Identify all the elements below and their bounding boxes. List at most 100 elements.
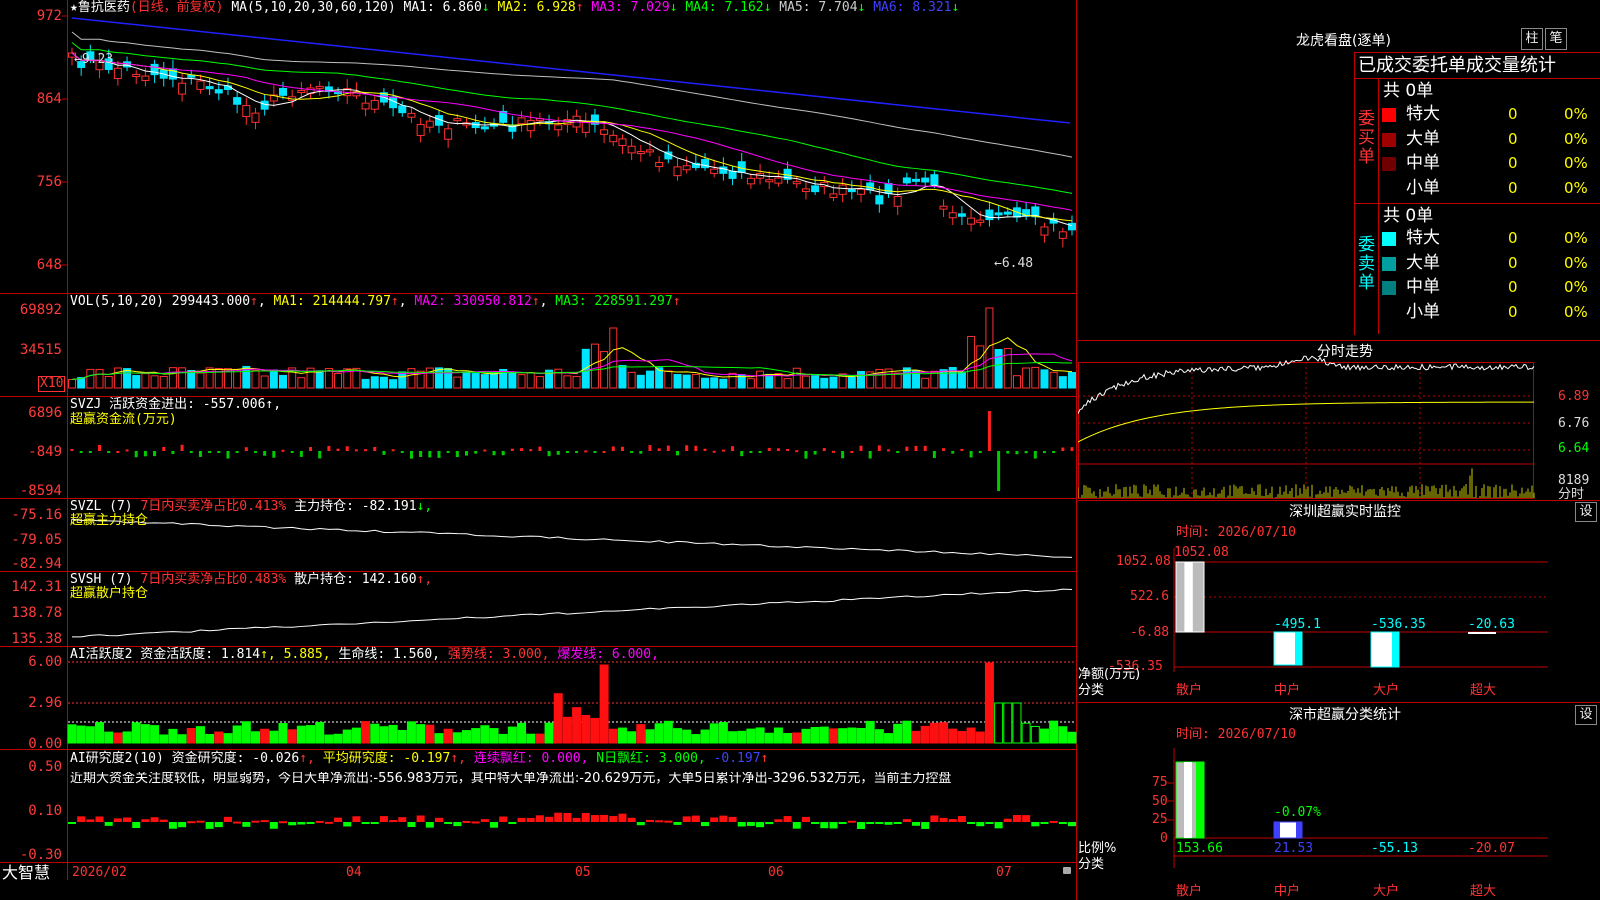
vol-ma2-arrow: ↑ [531,294,540,309]
lhb-tab-tick[interactable]: 笔 [1545,28,1567,50]
research-bar [526,817,535,822]
activity-bar [1049,720,1059,744]
flow-bar [877,445,881,451]
research-bar [104,822,113,826]
research-tick-2: 0.10 [28,803,62,819]
candle-body [113,67,122,80]
lhb-tab-bar[interactable]: 柱 [1521,28,1543,50]
flow-bar [703,448,707,451]
volume-bar [976,345,985,389]
burst-line-value: 爆发线: 6.000, [557,647,659,662]
research-bar [315,820,324,823]
research-bar [370,822,379,824]
research-bar [334,817,343,822]
flow-bar [125,449,129,452]
chart-area[interactable]: ★鲁抗医药(日线，前复权) MA(5,10,20,30,60,120) MA1:… [0,0,1077,900]
candle-body [710,168,719,174]
volume-bar [297,377,306,389]
activity-bar [581,714,591,744]
research-bar [168,822,177,829]
research-bar [214,822,223,828]
sell_rows-swatch-3 [1382,305,1396,320]
activity-bar [250,731,260,744]
flow-bar [575,451,579,454]
volume-bar [756,370,765,389]
research-bar [434,817,443,822]
activity-bar [333,733,343,744]
volume-bar [251,369,260,389]
class-cat-1: 散户 [1176,884,1203,899]
flow-bar [740,451,744,457]
research-bar [517,817,526,822]
chart-mode[interactable]: (日线，前复权) [130,0,224,15]
lock-icon[interactable] [1063,867,1071,874]
research-bar [352,816,361,822]
volume-bar [370,376,379,389]
candle-body [884,183,893,194]
candle-body [811,185,820,193]
candle-body [829,193,838,198]
flow-bar [942,448,946,451]
svsh-line2: 超赢散户持仓 [70,586,149,601]
class-tick-3: 25 [1152,812,1168,827]
intraday-tick-1: 6.89 [1558,389,1590,404]
flow-bar [153,451,157,457]
volume-bar [104,376,113,389]
svzl-tick-2: -79.05 [11,532,62,548]
svsh-holding: 散户持仓: 142.160 [294,572,417,587]
volume-bar [95,368,104,389]
moving-average-lines [71,17,1073,227]
svzl-ratio: 7日内买卖净占比0.413% [140,499,287,514]
sell_rows-val-1: 0 [1508,253,1518,272]
flow-bar [822,448,826,451]
research-bar [655,820,664,823]
activity-bar [489,728,499,744]
research-bar [710,817,719,822]
vol-value: 299443.000 [171,294,251,309]
activity-bar [104,731,114,744]
research-bar [1068,822,1076,827]
flow-bar [318,451,322,459]
activity-bar [361,721,371,744]
flow-bar [831,450,835,453]
volume-bar [1012,375,1021,389]
ma4-arrow: ↓ [763,0,772,15]
activity-bar [957,730,967,744]
candle-body [609,134,618,143]
research-bar [967,822,976,824]
volume-bar [86,368,95,389]
svzj-tick-1: 6896 [28,405,62,421]
research-bar [994,822,1003,829]
buy_rows-val-3: 0 [1508,178,1518,197]
consecutive-red: 连续飘红: 0.000, [473,751,589,766]
monitor-settings-button[interactable]: 设 [1575,502,1597,522]
x-label-4: 06 [768,865,784,880]
flow-bar [116,450,120,453]
monitor-value-2: -495.1 [1274,617,1321,632]
buy_rows-label-0: 特大 [1406,104,1440,124]
x-label-3: 05 [575,865,591,880]
research-bar [205,822,214,829]
stock-name[interactable]: ★鲁抗医药 [70,0,130,15]
research-bar [820,822,829,829]
volume-bar [334,372,343,389]
research-bar [260,820,269,823]
activity-bar [654,723,664,744]
volume-bar [361,378,370,389]
volume-bar [994,348,1003,389]
candle-body [315,85,324,89]
activity-bar [416,724,426,744]
vol-prefix: VOL(5,10,20) [70,294,164,309]
volume-bar [205,367,214,389]
flow-bar [657,448,661,451]
class-chart[interactable] [1078,720,1600,900]
svsh-ratio: 7日内买卖净占比0.483% [140,572,287,587]
candle-body [205,86,214,90]
intraday-chart[interactable] [1078,342,1600,507]
sell-total: 共 0单 [1383,206,1434,226]
ma-line [71,17,1071,124]
research-extra-arrow: ↑ [760,751,769,766]
flow-bar [685,445,689,451]
activity-bar [535,733,545,744]
ma2-value: MA2: 6.928 [497,0,576,15]
